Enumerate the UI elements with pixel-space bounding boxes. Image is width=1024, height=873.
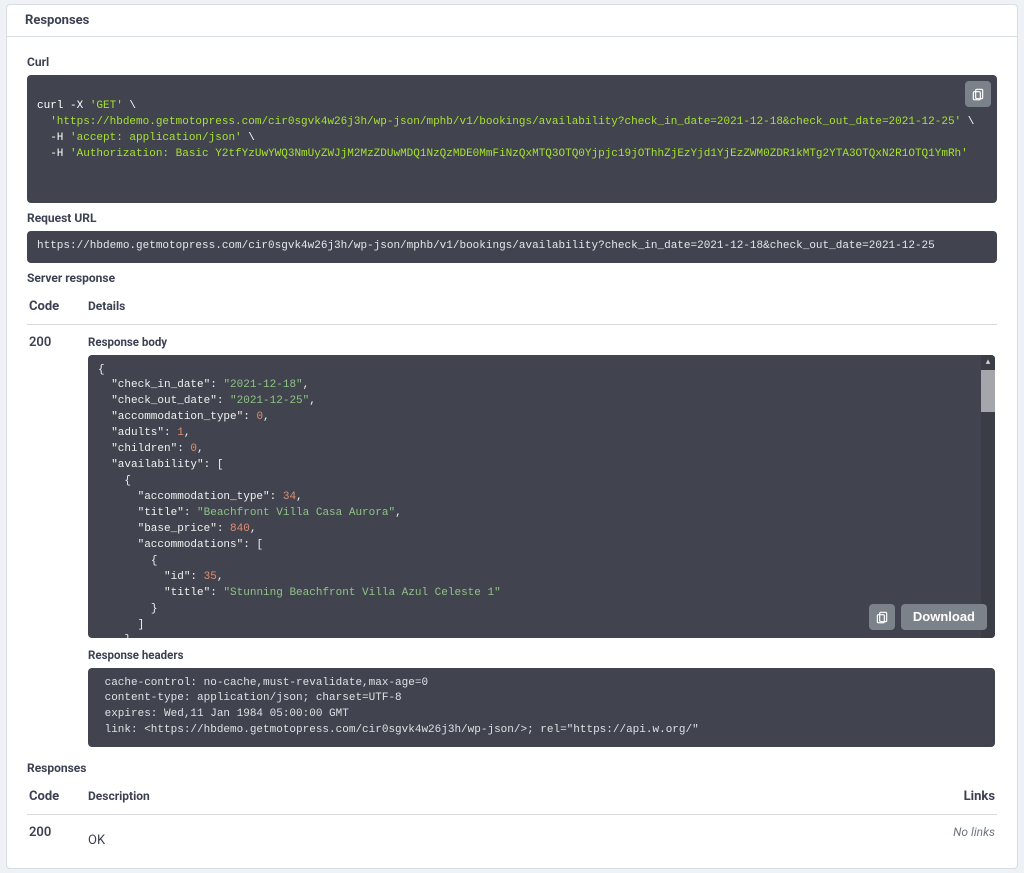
responses-panel-header: Responses [7, 5, 1017, 37]
server-response-thead: Code Details [27, 293, 997, 325]
th2-description: Description [88, 789, 935, 804]
th2-code: Code [29, 789, 88, 804]
th2-links: Links [935, 789, 995, 804]
server-response-label: Server response [27, 271, 997, 285]
request-url-block[interactable]: https://hbdemo.getmotopress.com/cir0sgvk… [27, 231, 997, 263]
th-code: Code [29, 299, 88, 314]
responses-code: 200 [29, 825, 88, 848]
curl-auth: 'Authorization: Basic Y2tfYzUwYWQ3NmUyZW… [70, 148, 968, 160]
response-body-label: Response body [88, 335, 995, 349]
curl-bs2: \ [961, 116, 974, 128]
curl-accept: 'accept: application/json' [70, 132, 242, 144]
response-body-json: { "check_in_date": "2021-12-18", "check_… [98, 364, 600, 638]
curl-method: 'GET' [90, 100, 123, 112]
responses-ok: OK [88, 833, 915, 848]
request-url-label: Request URL [27, 211, 997, 225]
copy-curl-button[interactable] [965, 81, 991, 107]
curl-block[interactable]: curl -X 'GET' \ 'https://hbdemo.getmotop… [27, 75, 997, 203]
response-headers-label: Response headers [88, 648, 995, 662]
response-headers-block[interactable]: cache-control: no-cache,must-revalidate,… [88, 668, 995, 748]
server-response-row: 200 Response body { "check_in_date": "20… [27, 325, 997, 748]
scroll-up-icon[interactable]: ▴ [981, 355, 995, 369]
responses-section-label: Responses [27, 761, 997, 775]
curl-label: Curl [27, 55, 997, 69]
download-button[interactable]: Download [901, 604, 987, 630]
scrollbar-thumb[interactable] [981, 370, 995, 412]
curl-prefix: curl -X [37, 100, 90, 112]
clipboard-icon [875, 610, 889, 624]
responses-row: 200 OK No links [27, 815, 997, 848]
curl-bs1: \ [123, 100, 136, 112]
request-url-value: https://hbdemo.getmotopress.com/cir0sgvk… [37, 240, 935, 252]
responses-thead: Code Description Links [27, 783, 997, 815]
responses-panel: Responses Curl curl -X 'GET' \ 'https://… [6, 4, 1018, 869]
curl-h1: -H [37, 132, 70, 144]
response-code: 200 [29, 335, 88, 748]
scrollbar-track[interactable]: ▴ [981, 355, 995, 638]
copy-response-button[interactable] [869, 604, 895, 630]
responses-table: Code Description Links 200 OK No links [27, 783, 997, 848]
response-body-block[interactable]: { "check_in_date": "2021-12-18", "check_… [88, 355, 995, 638]
clipboard-icon [971, 87, 985, 101]
curl-bs3: \ [242, 132, 255, 144]
th-details: Details [88, 299, 995, 314]
server-response-table: Code Details 200 Response body { "check_… [27, 293, 997, 748]
curl-url: 'https://hbdemo.getmotopress.com/cir0sgv… [50, 116, 961, 128]
responses-title: Responses [25, 13, 999, 28]
curl-h2: -H [37, 148, 70, 160]
responses-no-links: No links [915, 825, 995, 848]
